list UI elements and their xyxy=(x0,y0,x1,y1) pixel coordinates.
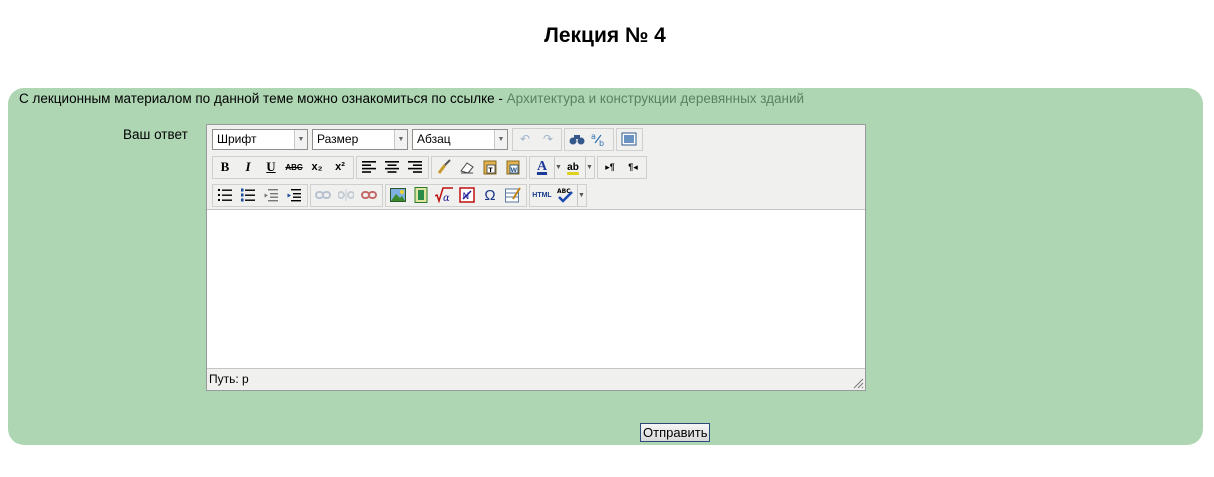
paragraph-format-select-value: Абзац xyxy=(417,132,451,146)
eraser-icon[interactable] xyxy=(456,157,478,178)
list-group xyxy=(212,183,308,207)
undo-icon[interactable]: ↶ xyxy=(514,129,536,150)
svg-text:N: N xyxy=(463,192,470,202)
resize-handle-icon[interactable] xyxy=(852,377,864,389)
numbered-list-icon[interactable] xyxy=(237,185,259,206)
cleanup-brush-icon[interactable] xyxy=(433,157,455,178)
paste-word-icon[interactable]: W xyxy=(502,157,524,178)
paste-text-icon[interactable]: T xyxy=(479,157,501,178)
fullscreen-icon[interactable] xyxy=(618,129,640,150)
rich-text-editor: Шрифт ▼ Размер ▼ Абзац ▼ ↶ ↷ a b B I U A… xyxy=(206,124,866,391)
outdent-icon[interactable] xyxy=(260,185,282,206)
toolbar-row-3: α N Ω HTML ABC ▼ xyxy=(212,183,589,207)
unlink-icon[interactable] xyxy=(335,185,357,206)
chevron-down-icon: ▼ xyxy=(494,129,507,149)
font-size-select[interactable]: Размер ▼ xyxy=(312,128,408,150)
element-path: Путь: p xyxy=(209,372,249,386)
answer-label: Ваш ответ xyxy=(123,127,188,142)
subscript-button[interactable]: x₂ xyxy=(306,157,328,178)
insert-image-icon[interactable] xyxy=(387,185,409,206)
lecture-panel: С лекционным материалом по данной теме м… xyxy=(8,88,1203,445)
align-center-icon[interactable] xyxy=(381,157,403,178)
replace-icon[interactable]: ab xyxy=(589,129,611,150)
strikethrough-button[interactable]: ABC xyxy=(283,157,305,178)
link-object-icon[interactable] xyxy=(358,185,380,206)
insert-group: α N Ω xyxy=(385,183,527,207)
superscript-button[interactable]: x² xyxy=(329,157,351,178)
rtl-button[interactable]: ¶◂ xyxy=(622,157,644,178)
font-family-select-value: Шрифт xyxy=(217,132,257,146)
submit-button[interactable]: Отправить xyxy=(640,423,711,442)
editor-statusbar: Путь: p xyxy=(207,369,865,390)
clipboard-group: T W xyxy=(431,155,527,179)
editor-toolbar: Шрифт ▼ Размер ▼ Абзац ▼ ↶ ↷ a b B I U A… xyxy=(207,125,865,210)
intro-text: С лекционным материалом по данной теме м… xyxy=(19,91,804,106)
svg-text:a: a xyxy=(591,132,596,141)
chevron-down-icon[interactable]: ▼ xyxy=(577,184,585,206)
insert-equation-icon[interactable]: α xyxy=(433,185,455,206)
bold-button[interactable]: B xyxy=(214,157,236,178)
highlight-color-button[interactable]: ab xyxy=(562,157,584,178)
link-group xyxy=(310,183,383,207)
underline-button[interactable]: U xyxy=(260,157,282,178)
align-right-icon[interactable] xyxy=(404,157,426,178)
special-char-button[interactable]: Ω xyxy=(479,185,501,206)
nolink-icon[interactable]: N xyxy=(456,185,478,206)
link-icon[interactable] xyxy=(312,185,334,206)
lecture-link[interactable]: Архитектура и конструкции деревянных зда… xyxy=(507,91,804,106)
svg-text:b: b xyxy=(599,139,604,147)
spellcheck-button[interactable]: ABC xyxy=(554,185,576,206)
insert-media-icon[interactable] xyxy=(410,185,432,206)
font-family-select[interactable]: Шрифт ▼ xyxy=(212,128,308,150)
search-group: ab xyxy=(564,127,614,151)
font-size-select-value: Размер xyxy=(317,132,359,146)
indent-icon[interactable] xyxy=(283,185,305,206)
insert-table-icon[interactable] xyxy=(502,185,524,206)
text-style-group: B I U ABC x₂ x² xyxy=(212,155,354,179)
ltr-button[interactable]: ▸¶ xyxy=(599,157,621,178)
page-title: Лекция № 4 xyxy=(544,24,666,47)
chevron-down-icon[interactable]: ▼ xyxy=(554,156,562,178)
chevron-down-icon: ▼ xyxy=(394,129,407,149)
toolbar-row-2: B I U ABC x₂ x² T W A ▼ ab ▼ ▸¶ ¶◂ xyxy=(212,155,649,179)
svg-text:W: W xyxy=(511,167,518,174)
font-color-button[interactable]: A xyxy=(531,157,553,178)
italic-button[interactable]: I xyxy=(237,157,259,178)
find-icon[interactable] xyxy=(566,129,588,150)
color-group: A ▼ ab ▼ xyxy=(529,155,595,179)
fullscreen-group xyxy=(616,127,643,151)
chevron-down-icon[interactable]: ▼ xyxy=(585,156,593,178)
toolbar-row-1: Шрифт ▼ Размер ▼ Абзац ▼ ↶ ↷ a b xyxy=(212,127,645,151)
paragraph-format-select[interactable]: Абзац ▼ xyxy=(412,128,508,150)
undo-redo-group: ↶ ↷ xyxy=(512,127,562,151)
redo-icon[interactable]: ↷ xyxy=(537,129,559,150)
align-left-icon[interactable] xyxy=(358,157,380,178)
alignment-group xyxy=(356,155,429,179)
intro-sentence: С лекционным материалом по данной теме м… xyxy=(19,91,507,106)
html-source-button[interactable]: HTML xyxy=(531,185,553,206)
svg-text:α: α xyxy=(443,193,450,203)
tools-group: HTML ABC ▼ xyxy=(529,183,587,207)
direction-group: ▸¶ ¶◂ xyxy=(597,155,647,179)
chevron-down-icon: ▼ xyxy=(294,129,307,149)
editor-content-area[interactable] xyxy=(207,210,865,369)
bullet-list-icon[interactable] xyxy=(214,185,236,206)
